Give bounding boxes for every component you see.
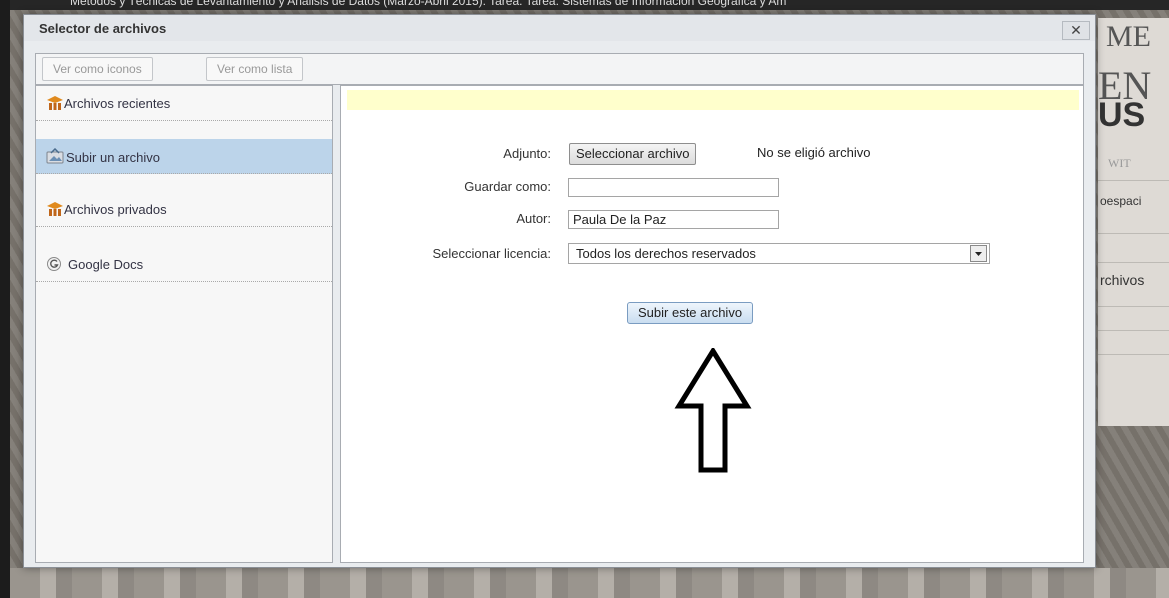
sidebar-item-label: Archivos recientes [64, 96, 171, 111]
sidebar-item-label: Subir un archivo [66, 150, 160, 165]
dialog-title: Selector de archivos [39, 21, 167, 36]
google-icon [47, 257, 61, 271]
message-bar [347, 90, 1079, 110]
divider [1098, 306, 1169, 307]
attachment-label: Adjunto: [503, 146, 551, 161]
repository-sidebar: Archivos recientes Subir un archivo Arch… [35, 85, 333, 563]
choose-file-button[interactable]: Seleccionar archivo [569, 143, 697, 165]
author-label: Autor: [516, 211, 551, 226]
close-icon: ✕ [1070, 22, 1082, 38]
upload-icon [46, 148, 64, 164]
divider [1098, 354, 1169, 355]
license-selected-value: Todos los derechos reservados [576, 246, 756, 261]
sidebar-item-private-files[interactable]: Archivos privados [36, 192, 332, 227]
moodle-icon [47, 96, 63, 110]
divider [1098, 180, 1169, 181]
sidebar-item-upload-file[interactable]: Subir un archivo [36, 139, 332, 174]
license-select[interactable]: Todos los derechos reservados [568, 243, 990, 264]
sidebar-item-recent-files[interactable]: Archivos recientes [36, 86, 332, 121]
file-status-text: No se eligió archivo [757, 145, 871, 160]
upload-panel: Adjunto: Seleccionar archivo No se eligi… [340, 85, 1084, 563]
save-as-input[interactable] [568, 178, 779, 197]
background-text: ME [1106, 20, 1151, 53]
author-input[interactable] [568, 210, 779, 229]
divider [1098, 262, 1169, 263]
sidebar-item-label: Archivos privados [64, 202, 167, 217]
close-button[interactable]: ✕ [1062, 21, 1090, 40]
dialog-titlebar[interactable]: Selector de archivos ✕ [24, 15, 1095, 41]
background-course-title: Métodos y Técnicas de Levantamiento y An… [70, 0, 787, 8]
divider [1098, 330, 1169, 331]
background-right-panel: ME EN US WIT oespaci rchivos [1098, 18, 1169, 426]
view-as-list-button[interactable]: Ver como lista [206, 57, 304, 81]
background-text: US [1098, 96, 1146, 134]
background-footer-pattern [10, 568, 1169, 598]
sidebar-item-google-docs[interactable]: Google Docs [36, 247, 332, 282]
chevron-down-icon[interactable] [970, 245, 987, 262]
sidebar-item-label: Google Docs [68, 257, 144, 272]
upload-file-button[interactable]: Subir este archivo [627, 302, 754, 324]
license-label: Seleccionar licencia: [432, 246, 551, 261]
view-as-icons-button[interactable]: Ver como iconos [42, 57, 153, 81]
background-left-edge [0, 0, 10, 598]
background-text: oespaci [1100, 194, 1142, 208]
moodle-icon [47, 202, 63, 216]
view-toolbar: Ver como iconos Ver como lista [35, 53, 1084, 85]
background-header: Métodos y Técnicas de Levantamiento y An… [0, 0, 1169, 10]
file-picker-dialog: Selector de archivos ✕ Ver como iconos V… [23, 14, 1096, 568]
arrow-up-icon [674, 348, 752, 473]
background-text: WIT [1108, 156, 1131, 170]
background-text: rchivos [1100, 272, 1145, 288]
divider [1098, 233, 1169, 234]
save-as-label: Guardar como: [464, 179, 551, 194]
